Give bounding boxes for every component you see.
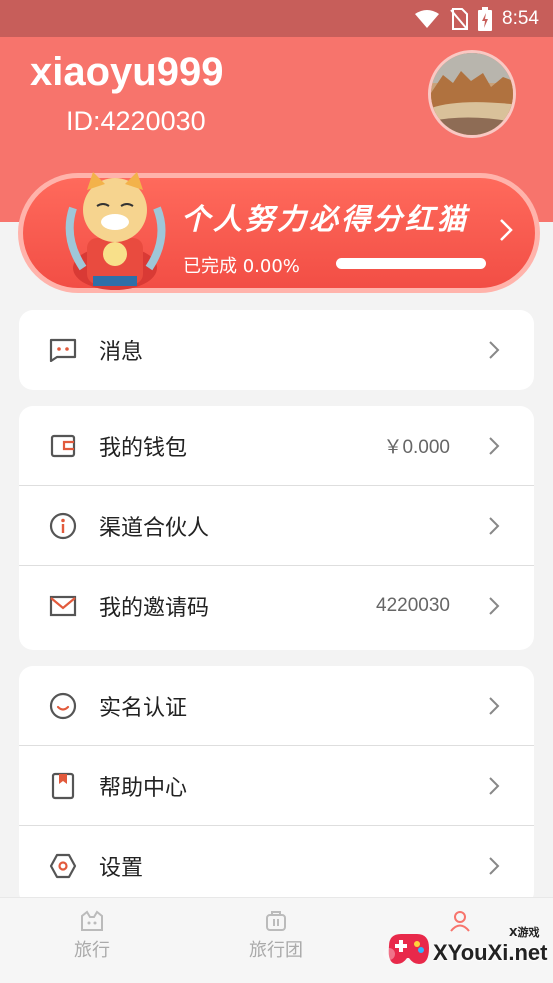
- status-bar: 8:54: [0, 0, 553, 37]
- tab-travel-label: 旅行: [74, 940, 110, 961]
- menu-item-verify[interactable]: 实名认证: [19, 666, 534, 746]
- menu-label-settings: 设置: [99, 856, 144, 881]
- no-sim-icon: [450, 7, 469, 30]
- hexagon-settings-icon: [48, 851, 78, 881]
- menu-item-settings[interactable]: 设置: [19, 826, 534, 906]
- username: xiaoyu999: [30, 50, 224, 94]
- menu-item-messages[interactable]: 消息: [19, 310, 534, 390]
- suitcase-icon: [266, 911, 286, 931]
- banner-progress-bar: [336, 258, 486, 269]
- lucky-cat-mascot-icon: [65, 172, 166, 290]
- chevron-right-icon: [489, 436, 500, 455]
- messages-card: 消息: [19, 310, 534, 390]
- menu-item-invite-code[interactable]: 我的邀请码 4220030: [19, 566, 534, 646]
- menu-label-partner: 渠道合伙人: [99, 515, 210, 541]
- menu-label-wallet: 我的钱包: [99, 435, 188, 461]
- banner-progress-text: 已完成 0.00%: [183, 256, 300, 277]
- bookmark-icon: [48, 771, 78, 801]
- menu-label-verify: 实名认证: [99, 695, 188, 721]
- tab-travel[interactable]: 旅行: [32, 910, 152, 962]
- gamepad-logo-icon: [383, 934, 429, 964]
- chevron-right-icon: [489, 341, 500, 359]
- tab-tour-group[interactable]: 旅行团: [216, 910, 336, 962]
- support-card: 实名认证 帮助中心 设置: [19, 666, 534, 906]
- watermark-small-text: X游戏: [509, 926, 540, 939]
- smile-icon: [48, 691, 78, 721]
- dividend-cat-banner[interactable]: 个人努力必得分红猫 已完成 0.00%: [18, 172, 540, 293]
- user-id: ID:4220030: [66, 106, 206, 136]
- chevron-right-icon: [489, 696, 500, 715]
- tab-tour-group-label: 旅行团: [249, 940, 303, 961]
- watermark: X游戏 XYouXi.net: [383, 920, 549, 976]
- mail-icon: [48, 591, 78, 621]
- message-icon: [48, 335, 78, 365]
- status-time: 8:54: [502, 7, 539, 29]
- menu-label-messages: 消息: [99, 340, 144, 365]
- menu-label-invite-code: 我的邀请码: [99, 596, 210, 621]
- avatar[interactable]: [428, 50, 516, 138]
- chevron-right-icon: [489, 516, 500, 535]
- watermark-brand: XYouXi.net: [433, 940, 548, 965]
- info-icon: [48, 511, 78, 541]
- avatar-landscape-image: [431, 53, 513, 135]
- menu-item-wallet[interactable]: 我的钱包 ￥0.000: [19, 406, 534, 486]
- cat-face-icon: [81, 910, 103, 931]
- banner-title: 个人努力必得分红猫: [181, 202, 470, 236]
- chevron-right-icon: [500, 219, 513, 241]
- wifi-icon: [415, 9, 440, 28]
- menu-item-partner[interactable]: 渠道合伙人: [19, 486, 534, 566]
- menu-item-help[interactable]: 帮助中心: [19, 746, 534, 826]
- chevron-right-icon: [489, 776, 500, 795]
- menu-label-help: 帮助中心: [99, 775, 188, 801]
- wallet-balance: ￥0.000: [383, 437, 450, 458]
- chevron-right-icon: [489, 857, 500, 875]
- chevron-right-icon: [489, 597, 500, 615]
- wallet-icon: [48, 431, 78, 461]
- invite-code-value: 4220030: [376, 595, 450, 616]
- battery-charging-icon: [478, 6, 493, 31]
- account-card: 我的钱包 ￥0.000 渠道合伙人 我的邀请码 4220030: [19, 406, 534, 650]
